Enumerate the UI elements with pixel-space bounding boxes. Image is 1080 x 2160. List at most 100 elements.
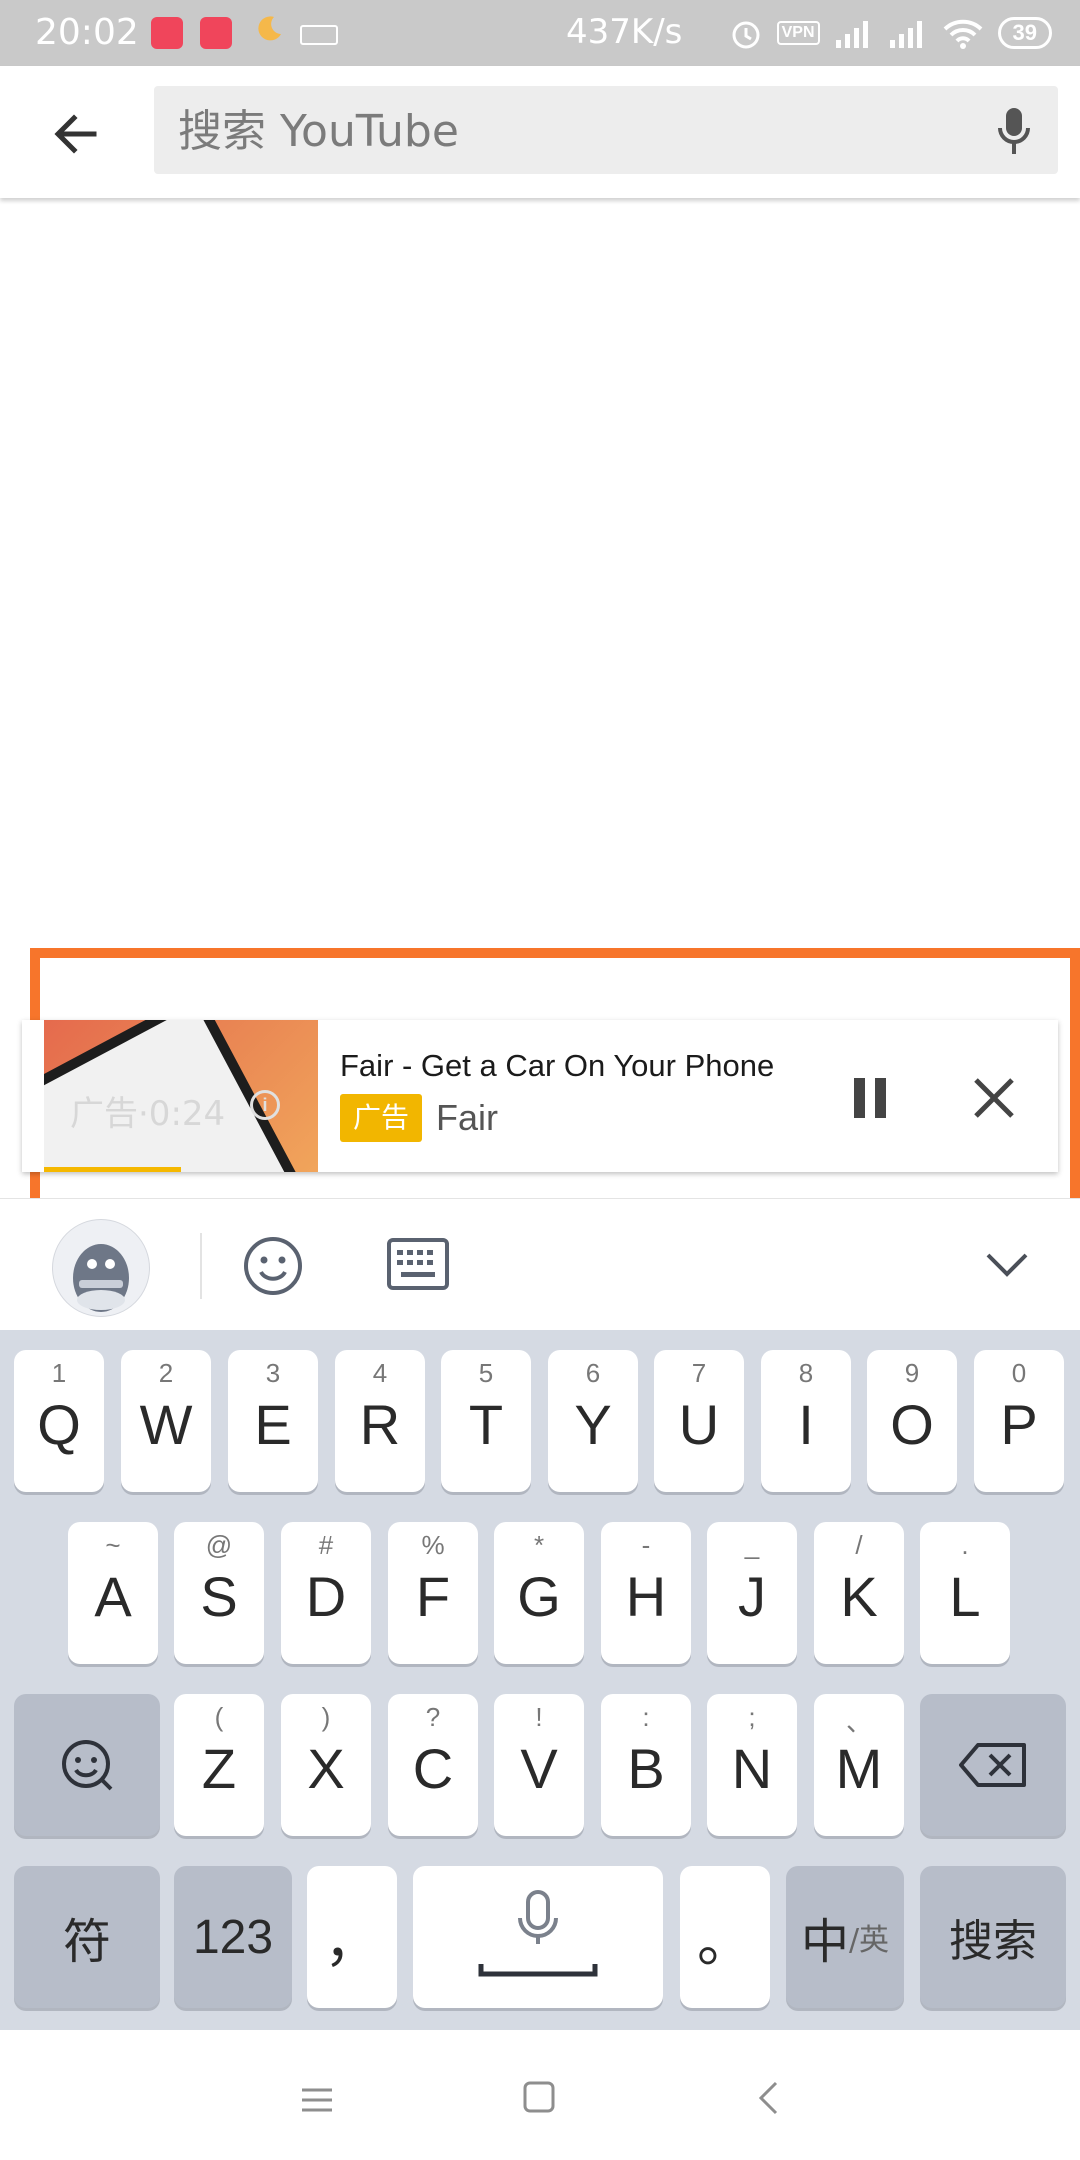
key-c[interactable]: ? C	[388, 1694, 478, 1836]
key-a[interactable]: ~ A	[68, 1522, 158, 1664]
key-p[interactable]: 0P	[974, 1350, 1064, 1492]
key-z[interactable]: (Z	[174, 1694, 264, 1836]
keyboard-toolbar	[0, 1198, 1080, 1331]
key-r[interactable]: 4R	[335, 1350, 425, 1492]
key-i[interactable]: 8I	[761, 1350, 851, 1492]
key-label: M	[835, 1737, 883, 1800]
key-label: N	[731, 1737, 773, 1800]
key-d[interactable]: # D	[281, 1522, 371, 1664]
ad-progress-bar	[44, 1167, 181, 1172]
key-label: F	[415, 1565, 451, 1628]
notification-app-icon	[200, 17, 232, 49]
key-f[interactable]: % F	[388, 1522, 478, 1664]
key-m[interactable]: 、 M	[814, 1694, 904, 1836]
keyboard-status-icon	[300, 25, 338, 45]
voice-search-mic-icon[interactable]	[996, 106, 1032, 156]
lang-switch-key[interactable]: 中/英	[786, 1866, 904, 2008]
key-label: B	[627, 1737, 665, 1800]
key-e[interactable]: 3E	[228, 1350, 318, 1492]
key-hint: 7	[691, 1358, 707, 1388]
key-label: E	[254, 1393, 292, 1456]
backspace-icon	[959, 1743, 1026, 1787]
ad-video-thumbnail[interactable]: 广告·0:24 i	[44, 1020, 318, 1172]
key-s[interactable]: @ S	[174, 1522, 264, 1664]
emoji-key[interactable]	[14, 1694, 160, 1836]
key-hint: 5	[478, 1358, 494, 1388]
ime-avatar[interactable]	[52, 1219, 150, 1317]
key-label: 搜索	[949, 1916, 1037, 1967]
key-hint: !	[535, 1702, 543, 1732]
comma-key[interactable]: ，	[307, 1866, 397, 2008]
keyboard-switch-icon[interactable]	[386, 1237, 450, 1291]
key-label: O	[890, 1393, 934, 1456]
collapse-keyboard-chevron-icon[interactable]	[984, 1247, 1030, 1283]
key-k[interactable]: / K	[814, 1522, 904, 1664]
backspace-key[interactable]	[920, 1694, 1066, 1836]
key-y[interactable]: 6Y	[548, 1350, 638, 1492]
key-q[interactable]: 1Q	[14, 1350, 104, 1492]
home-square-icon[interactable]	[522, 2080, 556, 2114]
key-w[interactable]: 2W	[121, 1350, 211, 1492]
key-hint: 3	[265, 1358, 281, 1388]
space-mic-wrap	[413, 1866, 663, 2008]
info-icon[interactable]: i	[250, 1090, 280, 1120]
key-label: A	[94, 1565, 132, 1628]
close-icon[interactable]	[966, 1070, 1022, 1126]
space-voice-key[interactable]	[413, 1866, 663, 2008]
system-nav-bar	[0, 2030, 1080, 2160]
ad-badge: 广告	[340, 1094, 422, 1142]
key-b[interactable]: :B	[601, 1694, 691, 1836]
smile-face-icon	[62, 1740, 113, 1791]
key-label: L	[949, 1565, 981, 1628]
key-h[interactable]: -H	[601, 1522, 691, 1664]
search-input[interactable]	[176, 86, 960, 176]
key-label: I	[798, 1393, 814, 1456]
emoji-icon[interactable]	[242, 1235, 304, 1297]
key-hint: 2	[158, 1358, 174, 1388]
search-key[interactable]: 搜索	[920, 1866, 1066, 2008]
key-u[interactable]: 7U	[654, 1350, 744, 1492]
pause-icon[interactable]	[842, 1070, 898, 1126]
key-t[interactable]: 5T	[441, 1350, 531, 1492]
key-hint: *	[533, 1530, 545, 1560]
status-bar: 20:02 437K/s VPN 39	[0, 0, 1080, 66]
search-header	[0, 66, 1080, 198]
key-v[interactable]: ! V	[494, 1694, 584, 1836]
key-label: D	[305, 1565, 347, 1628]
key-hint: 、	[845, 1707, 872, 1737]
key-hint: 4	[372, 1358, 388, 1388]
key-label: V	[520, 1737, 558, 1800]
symbol-key[interactable]: 符	[14, 1866, 160, 2008]
key-label: 符	[62, 1914, 111, 1970]
recents-menu-icon[interactable]	[300, 2086, 334, 2114]
ad-title[interactable]: Fair - Get a Car On Your Phone	[340, 1048, 774, 1084]
key-label: Y	[574, 1393, 612, 1456]
key-x[interactable]: ) X	[281, 1694, 371, 1836]
key-hint: (	[214, 1702, 224, 1732]
search-box[interactable]	[154, 86, 1058, 176]
lang-main: 中	[800, 1914, 849, 1970]
key-j[interactable]: _ J	[707, 1522, 797, 1664]
back-chevron-icon[interactable]	[756, 2080, 780, 2116]
key-hint: )	[321, 1702, 331, 1732]
number-key[interactable]: 123	[174, 1866, 292, 2008]
key-g[interactable]: * G	[494, 1522, 584, 1664]
key-label: G	[517, 1565, 561, 1628]
wifi-icon	[943, 19, 982, 49]
key-l[interactable]: .L	[920, 1522, 1010, 1664]
back-arrow-icon[interactable]	[46, 104, 106, 164]
key-n[interactable]: ; N	[707, 1694, 797, 1836]
ad-countdown: 广告·0:24	[70, 1094, 226, 1134]
key-o[interactable]: 9O	[867, 1350, 957, 1492]
penguin-icon	[73, 1244, 129, 1312]
key-label: W	[139, 1393, 193, 1456]
key-label: S	[200, 1565, 238, 1628]
key-label: Q	[37, 1393, 81, 1456]
key-hint: 0	[1011, 1358, 1027, 1388]
battery-icon: 39	[997, 17, 1052, 49]
ad-mini-player[interactable]: 广告·0:24 i Fair - Get a Car On Your Phone…	[22, 1020, 1058, 1172]
period-key[interactable]: 。	[680, 1866, 770, 2008]
key-label: P	[1000, 1393, 1038, 1456]
key-label: J	[738, 1565, 766, 1628]
key-label: 123	[192, 1910, 274, 1964]
